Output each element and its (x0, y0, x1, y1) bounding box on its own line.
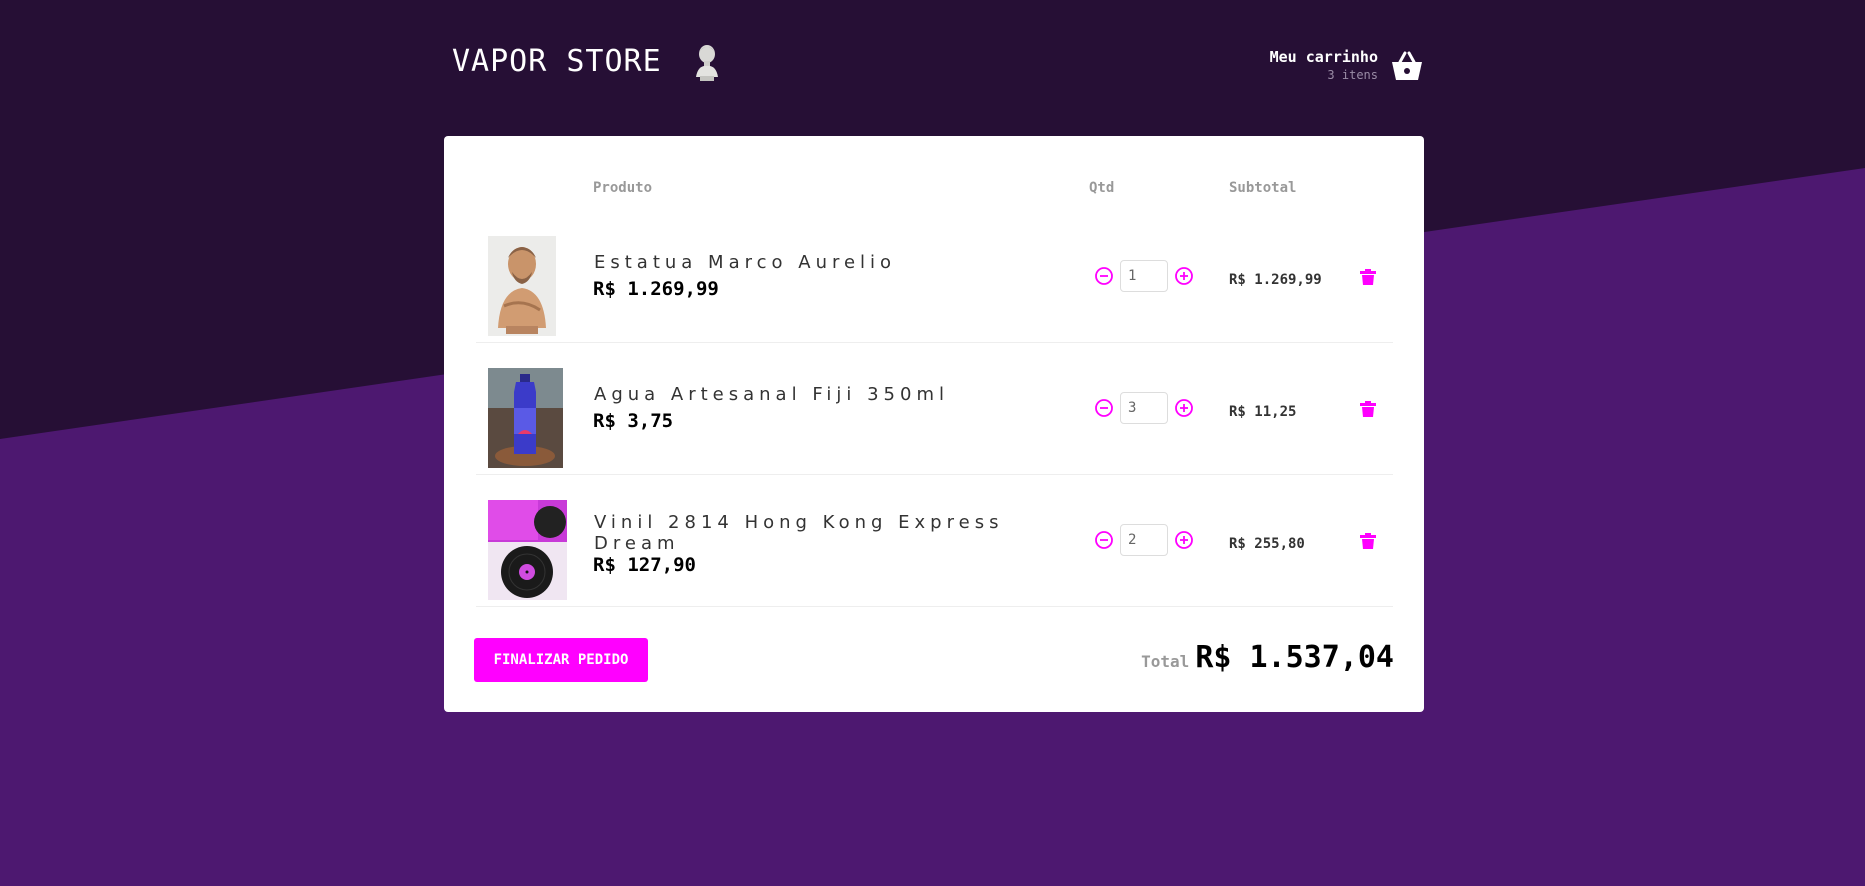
product-price: R$ 3,75 (593, 410, 674, 432)
header: VAPOR STORE Meu carrinho 3 itens (444, 40, 1424, 90)
trash-icon[interactable] (1359, 401, 1377, 423)
trash-icon[interactable] (1359, 533, 1377, 555)
cart-title: Meu carrinho (1269, 48, 1378, 66)
total-value: R$ 1.537,04 (1195, 640, 1394, 675)
quantity-input[interactable] (1120, 392, 1168, 424)
order-total: Total R$ 1.537,04 (1141, 640, 1394, 675)
minus-circle-icon[interactable] (1094, 266, 1114, 286)
plus-circle-icon[interactable] (1174, 530, 1194, 550)
item-subtotal: R$ 1.269,99 (1229, 272, 1322, 288)
cart-link[interactable]: Meu carrinho 3 itens (1270, 48, 1424, 84)
minus-circle-icon[interactable] (1094, 530, 1114, 550)
quantity-input[interactable] (1120, 524, 1168, 556)
quantity-input[interactable] (1120, 260, 1168, 292)
cart-panel: Produto Qtd Subtotal Estatua Marco Aurel… (444, 136, 1424, 712)
cart-item-row: Agua Artesanal Fiji 350ml R$ 3,75 R$ 11,… (476, 356, 1393, 475)
cart-item-count: 3 itens (1327, 68, 1378, 82)
product-image-fiji-water (488, 368, 563, 468)
basket-icon (1392, 51, 1422, 80)
product-image-vinyl-record (488, 500, 567, 600)
product-name: Vinil 2814 Hong Kong Express Dream (594, 512, 1004, 554)
total-label: Total (1141, 652, 1190, 671)
product-name: Estatua Marco Aurelio (594, 252, 897, 273)
column-header-subtotal: Subtotal (1229, 180, 1297, 196)
column-header-product: Produto (593, 180, 653, 196)
item-subtotal: R$ 255,80 (1229, 536, 1305, 552)
cart-item-row: Estatua Marco Aurelio R$ 1.269,99 R$ 1.2… (476, 224, 1393, 343)
product-price: R$ 127,90 (593, 554, 696, 576)
plus-circle-icon[interactable] (1174, 398, 1194, 418)
greek-bust-icon (695, 45, 718, 81)
item-subtotal: R$ 11,25 (1229, 404, 1297, 420)
quantity-stepper (1094, 524, 1194, 556)
product-image-marcus-aurelius (488, 236, 556, 336)
plus-circle-icon[interactable] (1174, 266, 1194, 286)
finalize-order-button[interactable]: FINALIZAR PEDIDO (474, 638, 648, 682)
product-price: R$ 1.269,99 (593, 278, 719, 300)
store-logo[interactable]: VAPOR STORE (452, 43, 722, 81)
cart-item-row: Vinil 2814 Hong Kong Express Dream R$ 12… (476, 488, 1393, 607)
store-name: VAPOR STORE (452, 44, 662, 79)
minus-circle-icon[interactable] (1094, 398, 1114, 418)
column-header-qty: Qtd (1089, 180, 1115, 196)
product-name: Agua Artesanal Fiji 350ml (594, 384, 949, 405)
quantity-stepper (1094, 260, 1194, 292)
trash-icon[interactable] (1359, 269, 1377, 291)
cart-summary: Meu carrinho 3 itens (1270, 48, 1378, 84)
quantity-stepper (1094, 392, 1194, 424)
